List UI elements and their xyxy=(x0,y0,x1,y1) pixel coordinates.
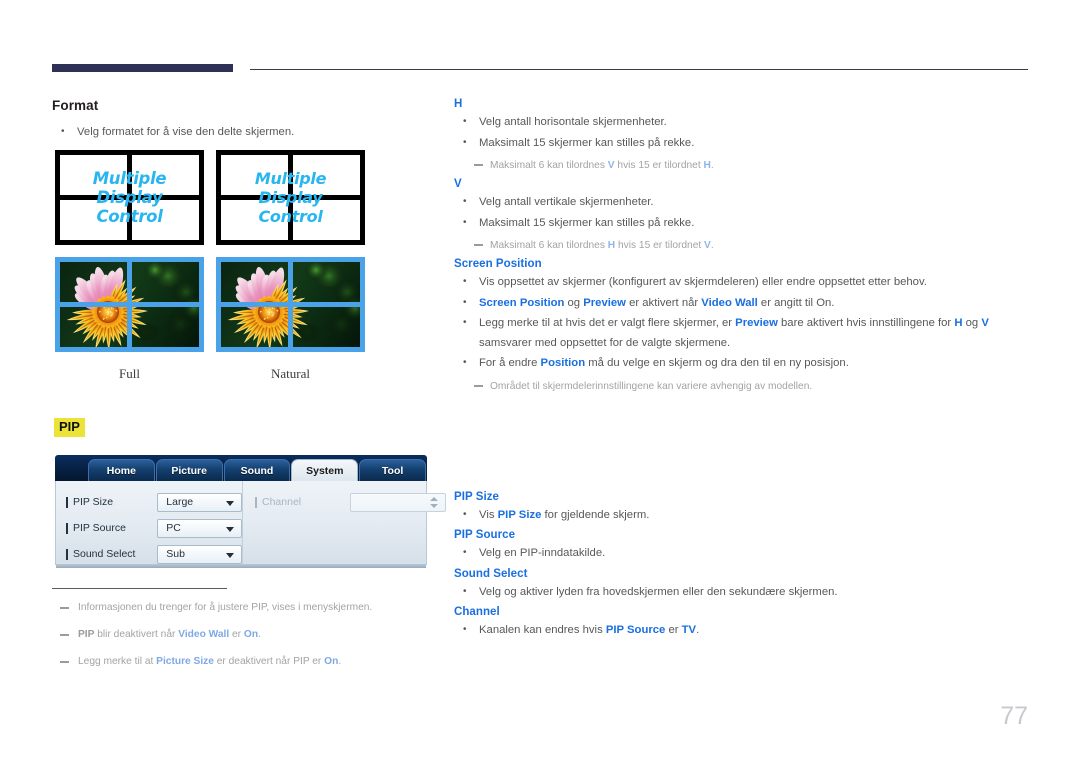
section-heading-h: H xyxy=(454,98,1028,110)
list-item: Velg og aktiver lyden fra hovedskjermen … xyxy=(454,583,1028,603)
list-item: Velg antall horisontale skjermenheter. xyxy=(454,113,1028,133)
bullet-list: Velg en PIP-inndatakilde. xyxy=(454,544,1028,564)
note: Maksimalt 6 kan tilordnes H hvis 15 er t… xyxy=(454,237,1028,254)
pip-section-tag: PIP xyxy=(54,418,85,437)
footnote: Legg merke til at Picture Size er deakti… xyxy=(52,654,444,670)
format-bullet-list: Velg formatet for å vise den delte skjer… xyxy=(52,123,444,143)
osd-body: PIP Size Large PIP Source PC Sound Select Sub… xyxy=(55,481,427,565)
osd-spinner-channel[interactable] xyxy=(350,493,446,512)
figure-caption-natural: Natural xyxy=(216,366,365,382)
osd-select-sound-select[interactable]: Sub xyxy=(157,545,242,564)
osd-tab-bar: Home Picture Sound System Tool xyxy=(55,455,427,481)
list-item: Maksimalt 15 skjermer kan stilles på rek… xyxy=(454,134,1028,154)
osd-select-value: PC xyxy=(166,522,181,534)
chevron-down-icon[interactable] xyxy=(430,504,438,508)
chevron-down-icon xyxy=(226,527,234,532)
tab-home[interactable]: Home xyxy=(88,459,155,481)
osd-label-pip-size: PIP Size xyxy=(66,496,157,508)
section-heading-sound-select: Sound Select xyxy=(454,568,1028,580)
note: Maksimalt 6 kan tilordnes V hvis 15 er t… xyxy=(454,157,1028,174)
page-number: 77 xyxy=(1000,702,1028,731)
footnote: PIP blir deaktivert når Video Wall er On… xyxy=(52,627,444,643)
section-heading-screen-position: Screen Position xyxy=(454,258,1028,270)
left-column: Format Velg formatet for å vise den delt… xyxy=(52,98,444,147)
bullet-list: Vis PIP Size for gjeldende skjerm. xyxy=(454,506,1028,526)
osd-right-pane: Channel xyxy=(243,481,446,564)
list-item: Vis PIP Size for gjeldende skjerm. xyxy=(454,506,1028,526)
osd-label-sound-select: Sound Select xyxy=(66,548,157,560)
list-item: Vis oppsettet av skjermer (konfigurert a… xyxy=(454,273,1028,293)
tab-tool[interactable]: Tool xyxy=(359,459,426,481)
bullet-list: Velg antall vertikale skjermenheter.Maks… xyxy=(454,193,1028,233)
osd-row-pip-size: PIP Size Large xyxy=(66,490,242,514)
list-item: Maksimalt 15 skjermer kan stilles på rek… xyxy=(454,214,1028,234)
note: Området til skjermdelerinnstillingene ka… xyxy=(454,378,1028,395)
flower-photo-part xyxy=(221,262,288,302)
section-heading-pip-size: PIP Size xyxy=(454,491,1028,503)
list-item: Screen Position og Preview er aktivert n… xyxy=(454,294,1028,314)
figure-caption-full: Full xyxy=(55,366,204,382)
osd-row-sound-select: Sound Select Sub xyxy=(66,542,242,566)
chevron-down-icon xyxy=(226,553,234,558)
footnote-divider xyxy=(52,588,227,589)
flower-photo-part xyxy=(60,307,127,347)
section-heading-pip-source: PIP Source xyxy=(454,529,1028,541)
list-item: For å endre Position må du velge en skje… xyxy=(454,354,1028,374)
bullet-list: Velg og aktiver lyden fra hovedskjermen … xyxy=(454,583,1028,603)
osd-select-pip-source[interactable]: PC xyxy=(157,519,242,538)
photo-wall-natural xyxy=(216,257,365,352)
video-wall-diagram-natural: Multiple Display Control xyxy=(216,150,365,245)
tab-sound[interactable]: Sound xyxy=(224,459,291,481)
page-title: Format xyxy=(52,98,444,113)
osd-label-pip-source: PIP Source xyxy=(66,522,157,534)
footnote: Informasjonen du trenger for å justere P… xyxy=(52,600,444,616)
osd-select-pip-size[interactable]: Large xyxy=(157,493,242,512)
flower-photo-part xyxy=(132,307,199,347)
osd-footer-bar xyxy=(56,564,426,568)
figure-full: Multiple Display Control Full xyxy=(55,150,204,382)
flower-photo-part xyxy=(293,262,360,302)
header-thick-bar xyxy=(52,64,233,72)
photo-wall-full xyxy=(55,257,204,352)
chevron-up-icon[interactable] xyxy=(430,497,438,501)
manual-page: Format Velg formatet for å vise den delt… xyxy=(0,0,1080,763)
header-rule xyxy=(52,64,1028,76)
flower-photo-part xyxy=(221,307,288,347)
list-item: Kanalen kan endres hvis PIP Source er TV… xyxy=(454,621,1028,641)
list-item: Velg formatet for å vise den delte skjer… xyxy=(52,123,444,143)
osd-menu-screenshot: Home Picture Sound System Tool PIP Size Large… xyxy=(55,455,427,570)
osd-row-pip-source: PIP Source PC xyxy=(66,516,242,540)
bullet-list: Vis oppsettet av skjermer (konfigurert a… xyxy=(454,273,1028,374)
osd-left-pane: PIP Size Large PIP Source PC Sound Select Sub xyxy=(56,481,243,564)
header-thin-line xyxy=(250,69,1028,70)
figure-natural: Multiple Display Control Natural xyxy=(216,150,365,382)
format-figures: Multiple Display Control Full Multiple D… xyxy=(52,150,382,390)
left-footnotes: Informasjonen du trenger for å justere P… xyxy=(52,588,444,681)
osd-label-channel: Channel xyxy=(255,496,350,508)
list-item: Velg antall vertikale skjermenheter. xyxy=(454,193,1028,213)
osd-select-value: Sub xyxy=(166,548,185,560)
chevron-down-icon xyxy=(226,501,234,506)
flower-photo-part xyxy=(132,262,199,302)
right-column: HVelg antall horisontale skjermenheter.M… xyxy=(454,98,1028,645)
list-item: Legg merke til at hvis det er valgt fler… xyxy=(454,314,1028,353)
list-item: Velg en PIP-inndatakilde. xyxy=(454,544,1028,564)
bullet-list: Velg antall horisontale skjermenheter.Ma… xyxy=(454,113,1028,153)
osd-select-value: Large xyxy=(166,496,193,508)
osd-row-channel: Channel xyxy=(255,490,446,514)
video-wall-diagram-full: Multiple Display Control xyxy=(55,150,204,245)
flower-photo-part xyxy=(60,262,127,302)
section-heading-v: V xyxy=(454,178,1028,190)
tab-system[interactable]: System xyxy=(291,459,358,481)
bullet-list: Kanalen kan endres hvis PIP Source er TV… xyxy=(454,621,1028,641)
flower-photo-part xyxy=(293,307,360,347)
section-heading-channel: Channel xyxy=(454,606,1028,618)
tab-picture[interactable]: Picture xyxy=(156,459,223,481)
